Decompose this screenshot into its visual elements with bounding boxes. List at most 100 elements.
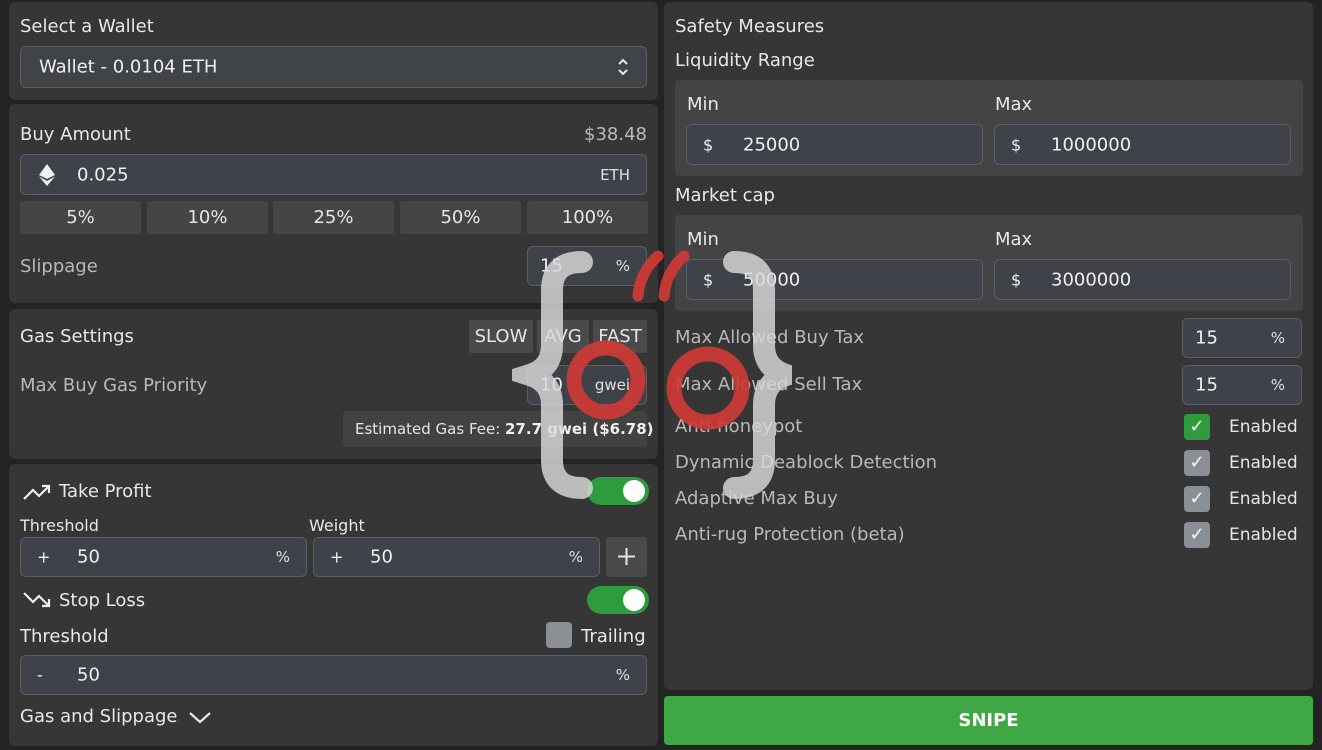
tp-threshold-label: Threshold — [20, 516, 99, 535]
gas-estimate-box: Estimated Gas Fee: 27.7 gwei ($6.78) — [343, 411, 654, 447]
market-cap-min-currency: $ — [703, 270, 714, 289]
gas-title: Gas Settings — [20, 326, 134, 347]
percent-button-5[interactable]: 5% — [20, 201, 141, 234]
wallet-select[interactable]: Wallet - 0.0104 ETH — [20, 46, 647, 88]
percent-button-25[interactable]: 25% — [273, 201, 394, 234]
snipe-label: SNIPE — [958, 710, 1019, 731]
deadblock-label: Dynamic Deablock Detection — [675, 452, 937, 473]
slippage-unit: % — [615, 257, 630, 275]
percent-button-10[interactable]: 10% — [147, 201, 268, 234]
liquidity-min-label: Min — [687, 94, 719, 115]
tp-weight-input[interactable]: + 50 % — [313, 537, 600, 577]
deadblock-state: Enabled — [1229, 453, 1298, 473]
liquidity-max-value: 1000000 — [1051, 134, 1132, 155]
sl-threshold-input[interactable]: - 50 % — [20, 655, 647, 695]
tp-threshold-input[interactable]: + 50 % — [20, 537, 307, 577]
sell-tax-value: 15 — [1195, 374, 1218, 396]
trailing-checkbox[interactable] — [546, 622, 572, 648]
liquidity-min-value: 25000 — [743, 134, 801, 155]
sl-value: 50 — [77, 664, 100, 686]
trend-down-icon — [22, 590, 52, 614]
buy-tax-label: Max Allowed Buy Tax — [675, 327, 865, 348]
check-icon: ✓ — [1189, 524, 1205, 545]
slippage-input[interactable]: 15 % — [527, 246, 647, 286]
tp-threshold-value: 50 — [77, 546, 100, 568]
percent-button-100[interactable]: 100% — [527, 201, 648, 234]
add-take-profit-button[interactable] — [606, 537, 647, 577]
buy-amount-unit: ETH — [600, 165, 630, 184]
anti-honeypot-label: Anti-honeypot — [675, 416, 803, 437]
liquidity-max-currency: $ — [1011, 135, 1022, 154]
gas-preset-avg[interactable]: AVG — [537, 320, 589, 353]
anti-honeypot-state: Enabled — [1229, 417, 1298, 437]
market-cap-title: Market cap — [675, 185, 775, 206]
check-icon: ✓ — [1189, 416, 1205, 437]
tp-weight-value: 50 — [370, 546, 393, 568]
gas-priority-label: Max Buy Gas Priority — [20, 375, 208, 396]
market-cap-max-value: 3000000 — [1051, 269, 1132, 290]
trend-up-icon — [22, 482, 52, 506]
sl-threshold-label: Threshold — [20, 626, 109, 647]
chevron-down-icon[interactable] — [188, 710, 212, 730]
anti-rug-state: Enabled — [1229, 525, 1298, 545]
sell-tax-input[interactable]: 15 % — [1182, 365, 1302, 405]
take-profit-toggle[interactable] — [587, 477, 649, 505]
ethereum-icon — [39, 164, 55, 190]
stop-loss-toggle[interactable] — [587, 586, 649, 614]
wallet-title: Select a Wallet — [20, 16, 154, 37]
buy-title: Buy Amount — [20, 124, 131, 145]
liquidity-min-currency: $ — [703, 135, 714, 154]
buy-amount-input[interactable]: 0.025 ETH — [20, 154, 647, 195]
gas-priority-input[interactable]: 10 gwei — [527, 365, 647, 405]
market-cap-max-label: Max — [995, 229, 1033, 250]
adaptive-max-buy-label: Adaptive Max Buy — [675, 488, 838, 509]
gas-estimate-value: 27.7 gwei ($6.78) — [505, 420, 654, 438]
sell-tax-unit: % — [1270, 376, 1285, 394]
tp-weight-label: Weight — [309, 516, 365, 535]
sl-unit: % — [615, 666, 630, 684]
tp-weight-unit: % — [568, 548, 583, 566]
tp-threshold-sign: + — [37, 547, 51, 567]
buy-tax-unit: % — [1270, 329, 1285, 347]
liquidity-title: Liquidity Range — [675, 50, 815, 71]
market-cap-min-input[interactable]: $ 50000 — [686, 259, 983, 300]
market-cap-min-label: Min — [687, 229, 719, 250]
slippage-label: Slippage — [20, 256, 98, 277]
stop-loss-title: Stop Loss — [59, 590, 146, 611]
check-icon: ✓ — [1189, 488, 1205, 509]
buy-usd-value: $38.48 — [584, 124, 647, 145]
trailing-label: Trailing — [581, 626, 646, 647]
market-cap-max-input[interactable]: $ 3000000 — [994, 259, 1291, 300]
gas-priority-unit: gwei — [594, 376, 630, 394]
gas-preset-slow[interactable]: SLOW — [469, 320, 533, 353]
gas-preset-fast[interactable]: FAST — [593, 320, 647, 353]
sl-sign: - — [37, 665, 43, 685]
sell-tax-label: Max Allowed Sell Tax — [675, 374, 863, 395]
adaptive-max-buy-checkbox[interactable]: ✓ — [1184, 486, 1210, 512]
safety-title: Safety Measures — [675, 16, 825, 37]
anti-rug-checkbox[interactable]: ✓ — [1184, 522, 1210, 548]
percent-button-50[interactable]: 50% — [400, 201, 521, 234]
slippage-value: 15 — [540, 255, 563, 277]
buy-amount-value: 0.025 — [77, 164, 129, 185]
liquidity-max-input[interactable]: $ 1000000 — [994, 124, 1291, 165]
liquidity-min-input[interactable]: $ 25000 — [686, 124, 983, 165]
market-cap-min-value: 50000 — [743, 269, 801, 290]
gas-priority-value: 10 — [540, 374, 563, 396]
buy-tax-input[interactable]: 15 % — [1182, 318, 1302, 358]
liquidity-max-label: Max — [995, 94, 1033, 115]
take-profit-title: Take Profit — [59, 481, 152, 502]
anti-rug-label: Anti-rug Protection (beta) — [675, 524, 905, 545]
tp-weight-sign: + — [330, 547, 344, 567]
wallet-selected-value: Wallet - 0.0104 ETH — [39, 56, 218, 78]
tp-threshold-unit: % — [275, 548, 290, 566]
gas-slippage-toggle[interactable]: Gas and Slippage — [20, 706, 177, 727]
gas-estimate-prefix: Estimated Gas Fee: — [355, 420, 506, 438]
wallet-panel: Select a Wallet Wallet - 0.0104 ETH — [9, 2, 658, 100]
deadblock-checkbox[interactable]: ✓ — [1184, 450, 1210, 476]
plus-icon — [616, 546, 637, 571]
snipe-button[interactable]: SNIPE — [664, 696, 1313, 745]
buy-tax-value: 15 — [1195, 327, 1218, 349]
market-cap-max-currency: $ — [1011, 270, 1022, 289]
anti-honeypot-checkbox[interactable]: ✓ — [1184, 414, 1210, 440]
